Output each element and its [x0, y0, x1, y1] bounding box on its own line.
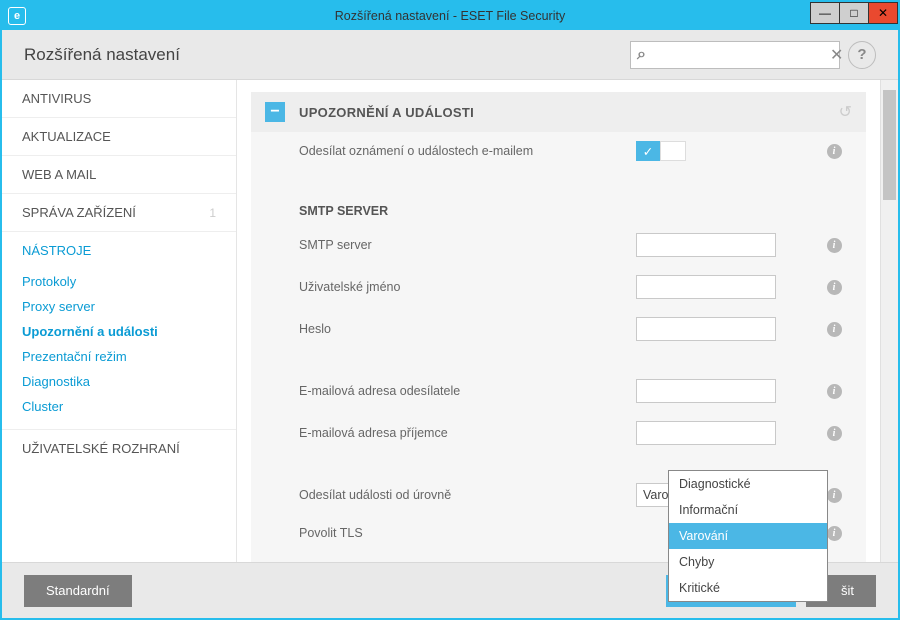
row-sender: E-mailová adresa odesílatele i [251, 370, 866, 412]
search-icon: ⌕ [637, 46, 646, 64]
info-icon[interactable]: i [827, 144, 842, 159]
input-recipient[interactable] [636, 421, 776, 445]
reset-icon[interactable]: ↺ [839, 102, 852, 122]
info-icon[interactable]: i [827, 426, 842, 441]
close-icon: ✕ [878, 6, 888, 20]
row-smtp-server: SMTP server i [251, 224, 866, 266]
dd-item-chyby[interactable]: Chyby [669, 549, 827, 575]
label-tls: Povolit TLS [299, 526, 636, 540]
clear-search-icon[interactable]: ✕ [826, 45, 847, 65]
row-username: Uživatelské jméno i [251, 266, 866, 308]
sidebar-sub-prezentacni[interactable]: Prezentační režim [2, 344, 236, 369]
dd-item-varovani[interactable]: Varování [669, 523, 827, 549]
sidebar-item-sprava[interactable]: SPRÁVA ZAŘÍZENÍ 1 [2, 194, 236, 232]
window-title: Rozšířená nastavení - ESET File Security [2, 9, 898, 23]
row-recipient: E-mailová adresa příjemce i [251, 412, 866, 454]
label-username: Uživatelské jméno [299, 280, 636, 294]
sidebar-sub-protokoly[interactable]: Protokoly [2, 269, 236, 294]
scrollbar[interactable] [880, 80, 898, 562]
collapse-button[interactable]: − [265, 102, 285, 122]
panel-header: − UPOZORNĚNÍ A UDÁLOSTI ↺ [251, 92, 866, 132]
minimize-button[interactable]: — [810, 2, 840, 24]
sidebar-sub-diagnostika[interactable]: Diagnostika [2, 369, 236, 394]
sidebar-item-web-mail[interactable]: WEB A MAIL [2, 156, 236, 194]
label-send-email: Odesílat oznámení o událostech e-mailem [299, 144, 636, 158]
info-icon[interactable]: i [827, 238, 842, 253]
page-title: Rozšířená nastavení [24, 45, 180, 65]
default-button[interactable]: Standardní [24, 575, 132, 607]
input-username[interactable] [636, 275, 776, 299]
info-icon[interactable]: i [827, 280, 842, 295]
sidebar-label: AKTUALIZACE [22, 129, 111, 144]
sidebar-item-aktualizace[interactable]: AKTUALIZACE [2, 118, 236, 156]
info-icon[interactable]: i [827, 384, 842, 399]
sidebar-label: NÁSTROJE [22, 243, 91, 258]
close-button[interactable]: ✕ [868, 2, 898, 24]
sidebar-label: ANTIVIRUS [22, 91, 91, 106]
sidebar-item-ui[interactable]: UŽIVATELSKÉ ROZHRANÍ [2, 430, 236, 467]
sidebar-sub-proxy[interactable]: Proxy server [2, 294, 236, 319]
label-level: Odesílat události od úrovně [299, 488, 636, 502]
toggle-send-email[interactable]: ✓ [636, 141, 686, 161]
app-logo: e [8, 7, 26, 25]
dd-item-informacni[interactable]: Informační [669, 497, 827, 523]
row-password: Heslo i [251, 308, 866, 350]
subhead-smtp: SMTP SERVER [251, 190, 866, 224]
info-icon[interactable]: i [827, 526, 842, 541]
scrollbar-thumb[interactable] [883, 90, 896, 200]
input-password[interactable] [636, 317, 776, 341]
sidebar-label: SPRÁVA ZAŘÍZENÍ [22, 205, 136, 220]
row-send-email: Odesílat oznámení o událostech e-mailem … [251, 132, 866, 170]
dd-item-diagnosticke[interactable]: Diagnostické [669, 471, 827, 497]
info-icon[interactable]: i [827, 322, 842, 337]
panel-title: UPOZORNĚNÍ A UDÁLOSTI [299, 105, 474, 120]
sidebar-sub-cluster[interactable]: Cluster [2, 394, 236, 419]
sidebar-sub-upozorneni[interactable]: Upozornění a události [2, 319, 236, 344]
search-box[interactable]: ⌕ ✕ [630, 41, 840, 69]
help-icon: ? [857, 46, 866, 63]
sidebar-item-antivirus[interactable]: ANTIVIRUS [2, 80, 236, 118]
dropdown-level[interactable]: Diagnostické Informační Varování Chyby K… [668, 470, 828, 602]
label-recipient: E-mailová adresa příjemce [299, 426, 636, 440]
input-sender[interactable] [636, 379, 776, 403]
label-sender: E-mailová adresa odesílatele [299, 384, 636, 398]
info-icon[interactable]: i [827, 488, 842, 503]
label-smtp-server: SMTP server [299, 238, 636, 252]
minimize-icon: — [819, 6, 831, 20]
dd-item-kriticke[interactable]: Kritické [669, 575, 827, 601]
titlebar: e Rozšířená nastavení - ESET File Securi… [2, 2, 898, 30]
maximize-icon: □ [850, 6, 857, 20]
input-smtp-server[interactable] [636, 233, 776, 257]
subheader: Rozšířená nastavení ⌕ ✕ ? [2, 30, 898, 80]
sidebar-label: UŽIVATELSKÉ ROZHRANÍ [22, 441, 180, 456]
sidebar-label: WEB A MAIL [22, 167, 96, 182]
check-icon: ✓ [643, 144, 653, 159]
maximize-button[interactable]: □ [839, 2, 869, 24]
sidebar: ANTIVIRUS AKTUALIZACE WEB A MAIL SPRÁVA … [2, 80, 237, 562]
label-password: Heslo [299, 322, 636, 336]
sidebar-item-nastroje[interactable]: NÁSTROJE [2, 232, 236, 269]
sidebar-badge: 1 [209, 206, 216, 220]
search-input[interactable] [646, 46, 826, 63]
help-button[interactable]: ? [848, 41, 876, 69]
